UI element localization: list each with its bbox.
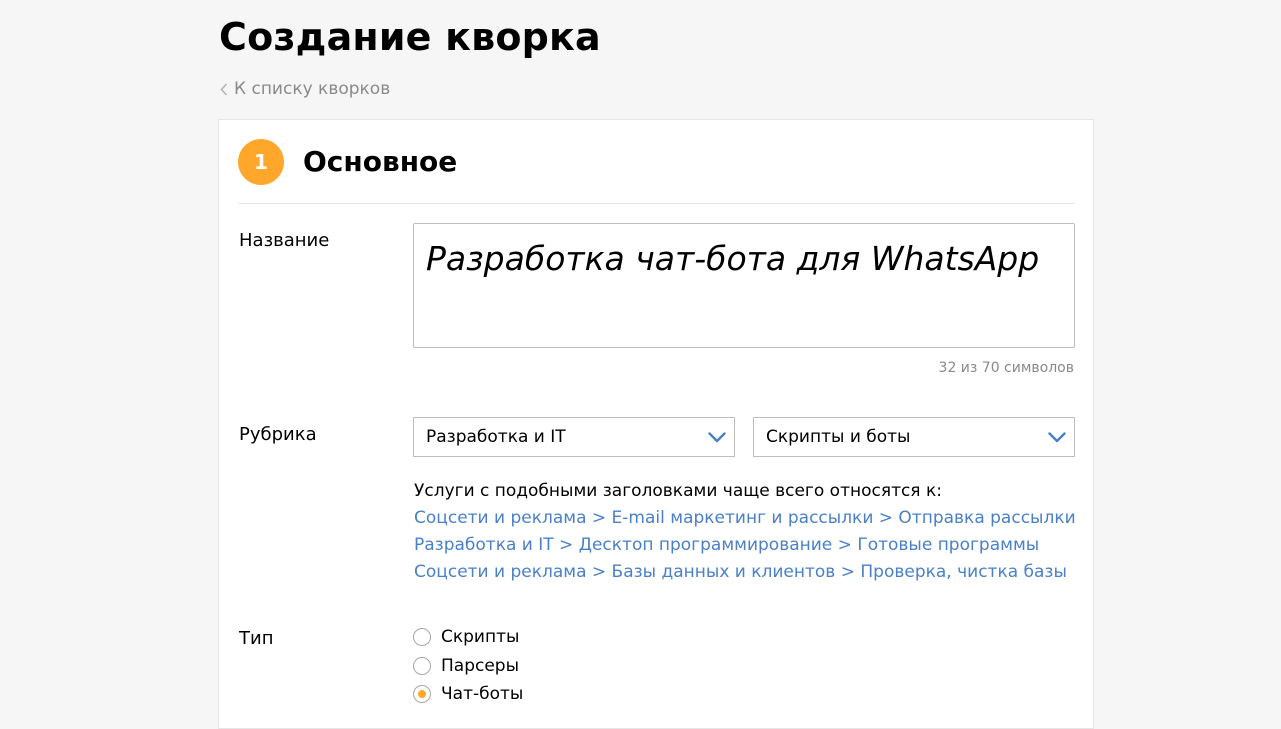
- page-title: Создание кворка: [219, 15, 601, 59]
- radio-label: Парсеры: [441, 655, 520, 676]
- radio-button-selected[interactable]: [413, 685, 431, 704]
- chevron-down-icon: [1048, 431, 1066, 442]
- suggestions-heading: Услуги с подобными заголовками чаще всег…: [414, 481, 942, 501]
- section-divider: [238, 203, 1075, 204]
- radio-label: Чат-боты: [441, 684, 524, 705]
- chevron-down-icon: [708, 431, 726, 442]
- category-select[interactable]: Разработка и IT: [413, 417, 735, 457]
- radio-selected-dot: [418, 690, 426, 699]
- chevron-left-icon: [220, 82, 228, 96]
- subcategory-select[interactable]: Скрипты и боты: [753, 417, 1075, 457]
- radio-option-parsers[interactable]: Парсеры: [413, 652, 523, 681]
- suggestion-link[interactable]: Разработка и IT > Десктоп программирован…: [414, 532, 1074, 559]
- char-counter: 32 из 70 символов: [938, 360, 1074, 376]
- suggestion-link[interactable]: Соцсети и реклама > E-mail маркетинг и р…: [414, 505, 1076, 532]
- subcategory-select-value: Скрипты и боты: [766, 427, 911, 447]
- suggestion-link[interactable]: Соцсети и реклама > Базы данных и клиент…: [414, 559, 1074, 586]
- category-select-value: Разработка и IT: [426, 427, 566, 447]
- name-label: Название: [239, 230, 330, 251]
- section-title: Основное: [303, 145, 458, 178]
- back-to-list-link[interactable]: К списку кворков: [220, 78, 390, 100]
- name-input[interactable]: Разработка чат-бота для WhatsApp: [413, 223, 1075, 348]
- step-number-badge: 1: [238, 139, 284, 185]
- rubric-label: Рубрика: [239, 424, 317, 445]
- radio-button[interactable]: [413, 656, 431, 675]
- radio-button[interactable]: [413, 628, 431, 647]
- type-radio-group: Скрипты Парсеры Чат-боты: [413, 623, 523, 709]
- radio-option-scripts[interactable]: Скрипты: [413, 623, 523, 652]
- type-label: Тип: [239, 628, 274, 649]
- radio-label: Скрипты: [441, 627, 520, 648]
- back-link-label: К списку кворков: [234, 79, 391, 99]
- category-suggestions: Услуги с подобными заголовками чаще всег…: [414, 478, 1076, 586]
- radio-option-chatbots[interactable]: Чат-боты: [413, 680, 523, 709]
- main-section-card: 1 Основное Название Разработка чат-бота …: [218, 119, 1094, 729]
